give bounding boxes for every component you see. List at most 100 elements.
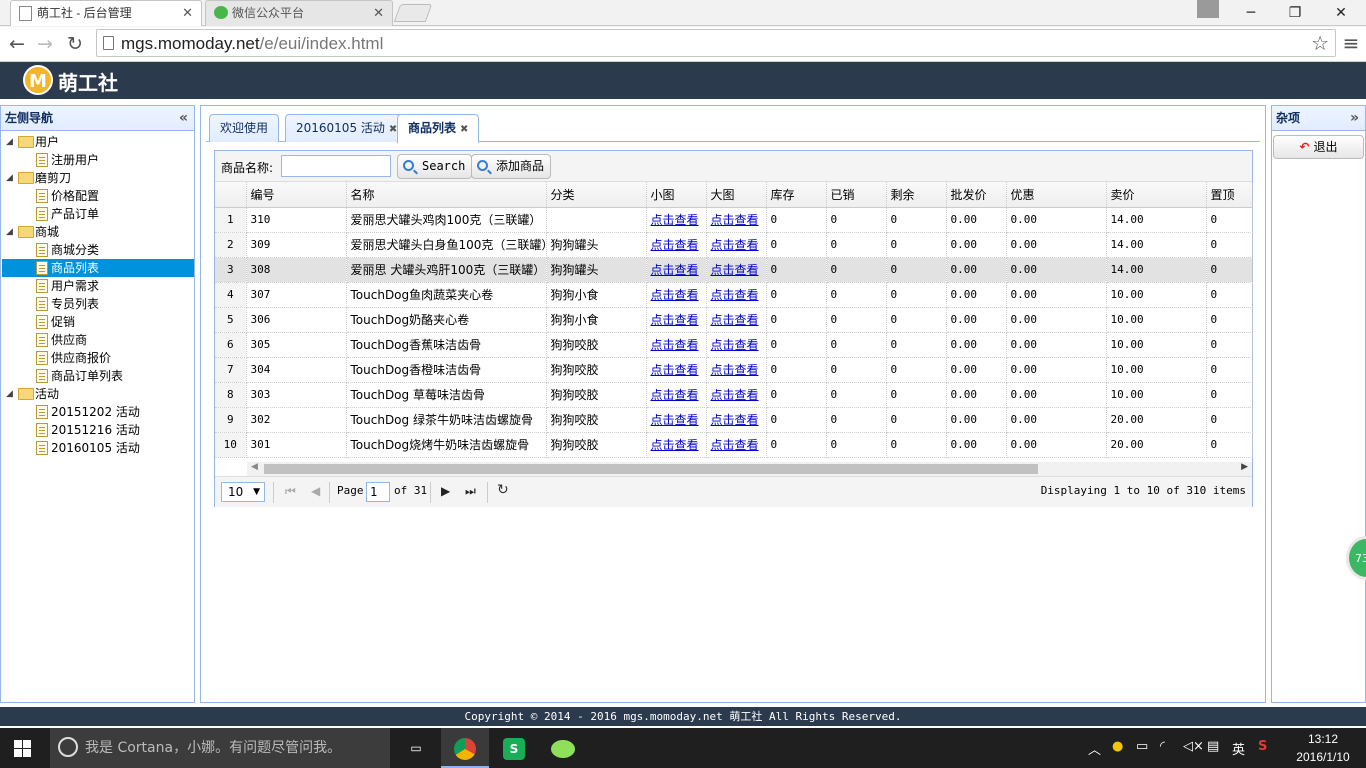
table-row[interactable]: 2 309 爱丽思犬罐头白身鱼100克（三联罐） 狗狗罐头 点击查看 点击查看 0 0 0 0.0… <box>215 232 1253 258</box>
view-small-image-link[interactable]: 点击查看 <box>651 438 699 452</box>
scroll-left-icon[interactable]: ◀ <box>251 462 258 472</box>
tab-activity-20160105[interactable]: 20160105 活动 ✖ <box>285 114 409 142</box>
scroll-right-icon[interactable]: ▶ <box>1241 462 1248 472</box>
sogou-icon[interactable]: S <box>1258 739 1267 754</box>
column-header[interactable]: 已销 <box>826 182 887 208</box>
view-large-image-link[interactable]: 点击查看 <box>711 263 759 277</box>
wechat-icon[interactable] <box>539 728 587 768</box>
view-large-image-link[interactable]: 点击查看 <box>711 413 759 427</box>
column-header[interactable]: 小图 <box>646 182 707 208</box>
view-small-image-link[interactable]: 点击查看 <box>651 313 699 327</box>
close-window-button[interactable]: ✕ <box>1318 0 1364 26</box>
nav-item[interactable]: 用户需求 <box>2 277 194 295</box>
page-number-input[interactable]: 1 <box>366 482 390 502</box>
logout-button[interactable]: ↶ 退出 <box>1273 135 1364 159</box>
table-row[interactable]: 5 306 TouchDog奶酪夹心卷 狗狗小食 点击查看 点击查看 0 0 0 0.00 0.00… <box>215 307 1253 333</box>
column-header[interactable]: 大图 <box>706 182 767 208</box>
view-small-image-link[interactable]: 点击查看 <box>651 363 699 377</box>
user-profile-icon[interactable] <box>1197 0 1219 18</box>
view-large-image-link[interactable]: 点击查看 <box>711 338 759 352</box>
column-header[interactable]: 剩余 <box>886 182 947 208</box>
volume-icon[interactable]: ◁× <box>1183 739 1204 754</box>
nav-item[interactable]: ◢ 活动 <box>2 385 194 403</box>
table-row[interactable]: 10 301 TouchDog烧烤牛奶味洁齿螺旋骨 狗狗咬胶 点击查看 点击查看 0 0 0 0.… <box>215 432 1253 458</box>
ime-indicator[interactable]: 英 <box>1232 739 1245 758</box>
nav-item[interactable]: ◢ 商城 <box>2 223 194 241</box>
close-tab-icon[interactable]: ✕ <box>373 1 384 25</box>
reload-icon[interactable]: ↻ <box>62 31 88 57</box>
table-row[interactable]: 6 305 TouchDog香蕉味洁齿骨 狗狗咬胶 点击查看 点击查看 0 0 0 0.00 0.0… <box>215 332 1253 358</box>
page-size-select[interactable]: 10 ▼ <box>221 482 265 502</box>
collapse-right-icon[interactable]: » <box>1350 106 1359 131</box>
browser-tab-admin[interactable]: 萌工社 - 后台管理 ✕ <box>10 0 202 26</box>
tab-welcome[interactable]: 欢迎使用 <box>209 114 280 142</box>
back-arrow-icon[interactable]: ← <box>4 31 30 57</box>
table-row[interactable]: 3 308 爱丽思 犬罐头鸡肝100克（三联罐） 狗狗罐头 点击查看 点击查看 0 0 0 0.0… <box>215 257 1253 283</box>
table-row[interactable]: 7 304 TouchDog香橙味洁齿骨 狗狗咬胶 点击查看 点击查看 0 0 0 0.00 0.0… <box>215 357 1253 383</box>
nav-item[interactable]: 20160105 活动 <box>2 439 194 457</box>
nav-item[interactable]: 专员列表 <box>2 295 194 313</box>
nav-item[interactable]: 20151202 活动 <box>2 403 194 421</box>
table-row[interactable]: 9 302 TouchDog 绿茶牛奶味洁齿螺旋骨 狗狗咬胶 点击查看 点击查看 0 0 0 0.… <box>215 407 1253 433</box>
prev-page-icon[interactable]: ◀ <box>311 484 320 498</box>
horizontal-scrollbar[interactable]: ◀ ▶ <box>247 462 1252 476</box>
nav-item[interactable]: ◢ 磨剪刀 <box>2 169 194 187</box>
tray-expand-icon[interactable]: ︿ <box>1088 739 1101 758</box>
column-header[interactable]: 优惠 <box>1006 182 1107 208</box>
view-small-image-link[interactable]: 点击查看 <box>651 263 699 277</box>
expand-arrow-icon[interactable]: ◢ <box>6 169 13 187</box>
windows-start-icon[interactable] <box>14 740 32 757</box>
nav-item[interactable]: 商品订单列表 <box>2 367 194 385</box>
column-header[interactable]: 卖价 <box>1106 182 1207 208</box>
battery-icon[interactable]: ▭ <box>1136 739 1148 754</box>
view-large-image-link[interactable]: 点击查看 <box>711 238 759 252</box>
column-header[interactable]: 批发价 <box>946 182 1007 208</box>
minimize-button[interactable]: ─ <box>1228 0 1274 26</box>
close-icon[interactable]: ✖ <box>460 124 468 135</box>
view-large-image-link[interactable]: 点击查看 <box>711 213 759 227</box>
view-small-image-link[interactable]: 点击查看 <box>651 338 699 352</box>
task-view-icon[interactable]: ▭ <box>392 728 440 768</box>
nav-item[interactable]: 20151216 活动 <box>2 421 194 439</box>
view-small-image-link[interactable]: 点击查看 <box>651 388 699 402</box>
view-small-image-link[interactable]: 点击查看 <box>651 213 699 227</box>
new-tab-button[interactable] <box>393 4 433 22</box>
view-small-image-link[interactable]: 点击查看 <box>651 238 699 252</box>
cortana-search-box[interactable]: 我是 Cortana，小娜。有问题尽管问我。 <box>50 728 390 768</box>
expand-arrow-icon[interactable]: ◢ <box>6 133 13 151</box>
nav-item[interactable]: 价格配置 <box>2 187 194 205</box>
view-large-image-link[interactable]: 点击查看 <box>711 438 759 452</box>
nav-item[interactable]: ◢ 用户 <box>2 133 194 151</box>
nav-item[interactable]: 促销 <box>2 313 194 331</box>
column-header[interactable]: 库存 <box>766 182 827 208</box>
address-bar[interactable]: mgs.momoday.net/e/eui/index.html ☆ <box>96 29 1336 57</box>
table-row[interactable]: 1 310 爱丽思犬罐头鸡肉100克（三联罐） 点击查看 点击查看 0 0 0 0.00 0.00… <box>215 207 1253 233</box>
column-header[interactable]: 编号 <box>246 182 347 208</box>
restore-button[interactable]: ❐ <box>1272 0 1318 26</box>
nav-item[interactable]: 供应商 <box>2 331 194 349</box>
product-name-input[interactable] <box>281 155 391 177</box>
tray-app-icon[interactable]: ● <box>1112 739 1123 754</box>
nav-item[interactable]: 商城分类 <box>2 241 194 259</box>
collapse-left-icon[interactable]: « <box>179 106 188 131</box>
view-large-image-link[interactable]: 点击查看 <box>711 288 759 302</box>
next-page-icon[interactable]: ▶ <box>441 484 450 498</box>
notification-icon[interactable]: ▤ <box>1207 739 1219 754</box>
nav-item[interactable]: 供应商报价 <box>2 349 194 367</box>
view-large-image-link[interactable]: 点击查看 <box>711 313 759 327</box>
view-small-image-link[interactable]: 点击查看 <box>651 288 699 302</box>
column-header[interactable]: 名称 <box>346 182 547 208</box>
app-s-icon[interactable]: S <box>490 728 538 768</box>
view-small-image-link[interactable]: 点击查看 <box>651 413 699 427</box>
forward-arrow-icon[interactable]: → <box>32 31 58 57</box>
nav-item[interactable]: 产品订单 <box>2 205 194 223</box>
scrollbar-thumb[interactable] <box>264 464 1038 474</box>
refresh-icon[interactable]: ↻ <box>497 482 509 498</box>
tab-product-list[interactable]: 商品列表 ✖ <box>397 114 480 143</box>
first-page-icon[interactable]: ⏮ <box>285 484 296 499</box>
browser-tab-wechat[interactable]: 微信公众平台 ✕ <box>205 0 393 26</box>
search-button[interactable]: Search <box>397 154 473 179</box>
bookmark-star-icon[interactable]: ☆ <box>1311 31 1329 55</box>
expand-arrow-icon[interactable]: ◢ <box>6 385 13 403</box>
nav-item[interactable]: 注册用户 <box>2 151 194 169</box>
